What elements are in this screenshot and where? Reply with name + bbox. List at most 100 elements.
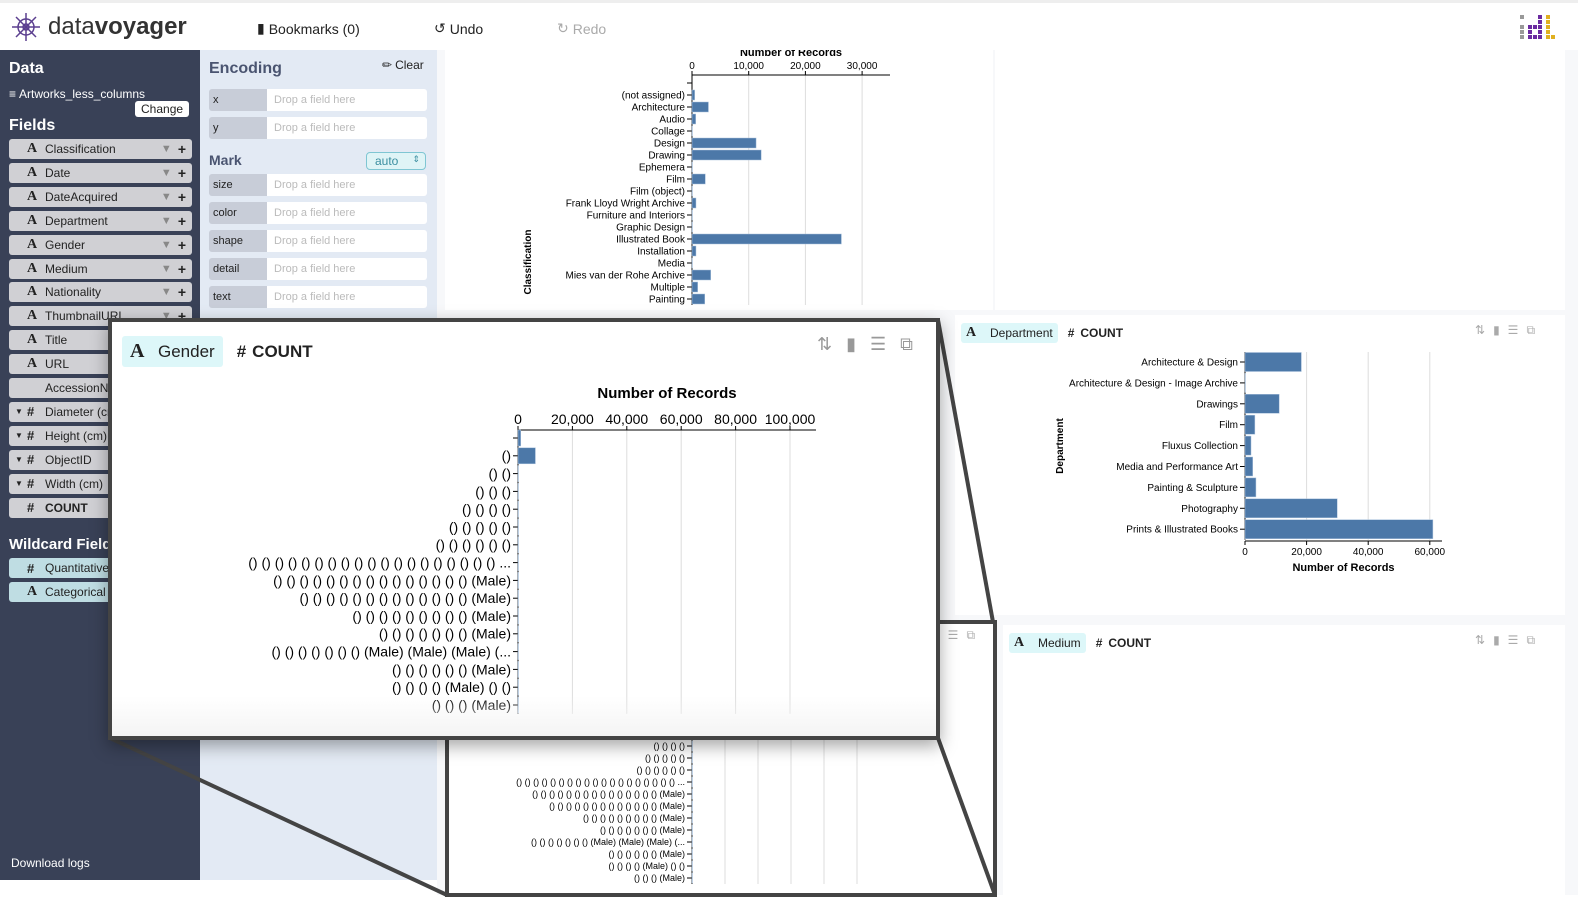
bar (517, 500, 519, 518)
shape-drop-zone[interactable]: Drop a field here (267, 230, 427, 252)
field-nationality[interactable]: A Nationality ▼ + (9, 282, 192, 303)
bar (691, 788, 693, 800)
x-drop-zone[interactable]: Drop a field here (267, 89, 427, 111)
mark-type-select[interactable]: auto ⇕ (366, 152, 426, 170)
filter-icon[interactable]: ▼ (161, 263, 172, 275)
shelf-label: detail (209, 258, 267, 280)
clear-button[interactable]: ✏ Clear (382, 58, 424, 72)
text-drop-zone[interactable]: Drop a field here (267, 286, 427, 308)
bar (517, 678, 519, 696)
add-icon[interactable]: + (178, 213, 186, 229)
add-icon[interactable]: + (178, 189, 186, 205)
category-label: () () () () () () (Male) (392, 661, 511, 677)
add-icon[interactable]: + (178, 141, 186, 157)
category-label: () () () () (462, 501, 511, 517)
bookmarks-button[interactable]: ▮ Bookmarks (0) (257, 20, 360, 37)
bar (691, 812, 693, 824)
detail-drop-zone[interactable]: Drop a field here (267, 258, 427, 280)
x-axis-title: Number of Records (597, 385, 736, 402)
category-label: (not assigned) (622, 91, 685, 102)
list-icon[interactable]: ☰ (948, 628, 959, 643)
category-label: Media and Performance Art (1116, 462, 1238, 473)
bar (691, 209, 693, 221)
add-icon[interactable]: + (178, 284, 186, 300)
field-actions: ▼+ (161, 237, 186, 253)
field-dateacquired[interactable]: A DateAcquired ▼ + (9, 186, 192, 207)
copy-icon[interactable]: ⧉ (966, 628, 975, 643)
field-chip-gender[interactable]: A Gender (122, 336, 223, 367)
field-name: ObjectID (45, 452, 92, 467)
filter-icon[interactable]: ▼ (161, 167, 172, 179)
x-tick-label: 40,000 (1353, 547, 1384, 558)
bar (1244, 394, 1280, 414)
filter-icon[interactable]: ▼ (161, 191, 172, 203)
caret-down-icon[interactable]: ▼ (15, 455, 23, 464)
database-icon: ≡ (9, 87, 17, 101)
filter-icon[interactable]: ▼ (161, 239, 172, 251)
x-tick-label: 80,000 (714, 411, 757, 427)
field-medium[interactable]: A Medium ▼ + (9, 258, 192, 279)
field-classification[interactable]: A Classification ▼ + (9, 139, 192, 159)
bar (691, 740, 693, 752)
bar (517, 643, 519, 660)
field-chip-medium[interactable]: A Medium (1009, 633, 1086, 653)
field-chip-department[interactable]: A Department (961, 323, 1058, 343)
caret-down-icon[interactable]: ▼ (15, 431, 23, 440)
bookmark-icon[interactable]: ▮ (1493, 633, 1500, 648)
copy-icon[interactable]: ⧉ (1526, 323, 1535, 338)
logo-text-bold: voyager (94, 13, 187, 40)
download-logs-link[interactable]: Download logs (11, 856, 90, 870)
count-field: # COUNT (237, 342, 313, 362)
text-type-icon: A (27, 584, 38, 599)
number-type-icon: # (236, 341, 247, 361)
caret-down-icon[interactable]: ▼ (15, 407, 23, 416)
caret-down-icon[interactable]: ▼ (15, 479, 23, 488)
category-label: Graphic Design (616, 223, 685, 234)
field-gender[interactable]: A Gender ▼ + (9, 234, 192, 255)
redo-label: Redo (572, 20, 607, 37)
count-label: COUNT (252, 341, 313, 361)
sort-icon[interactable]: ⇅ (1475, 323, 1485, 338)
redo-button[interactable]: ↻ Redo (557, 20, 606, 37)
department-chart-card: A Department # COUNT ⇅ ▮ ☰ ⧉ 0 20,000 40,000 60,… (955, 315, 1565, 615)
list-icon[interactable]: ☰ (1508, 323, 1519, 338)
field-actions: ▼+ (161, 189, 186, 205)
text-type-icon: A (130, 340, 145, 362)
sort-icon[interactable]: ⇅ (817, 334, 832, 355)
category-label: Illustrated Book (616, 235, 686, 246)
color-drop-zone[interactable]: Drop a field here (267, 202, 427, 224)
gender-chart-magnified: 0 20,000 40,000 60,000 80,000 100,000 Number o… (248, 385, 816, 714)
category-label: Drawings (1196, 399, 1238, 410)
bar (517, 554, 519, 571)
bookmark-icon[interactable]: ▮ (846, 334, 856, 355)
filter-icon[interactable]: ▼ (161, 215, 172, 227)
list-icon[interactable]: ☰ (1508, 633, 1519, 648)
sort-icon[interactable]: ⇅ (1475, 633, 1485, 648)
undo-button[interactable]: ↺ Undo (434, 20, 483, 37)
field-department[interactable]: A Department ▼ + (9, 210, 192, 231)
category-label: Collage (651, 127, 685, 138)
field-date[interactable]: A Date ▼ + (9, 162, 192, 183)
bar (517, 429, 521, 447)
list-icon[interactable]: ☰ (870, 334, 886, 355)
copy-icon[interactable]: ⧉ (1526, 633, 1535, 648)
bar (691, 776, 693, 788)
text-type-icon: A (27, 236, 38, 252)
bar (1244, 456, 1253, 477)
size-drop-zone[interactable]: Drop a field here (267, 174, 427, 196)
add-icon[interactable]: + (178, 237, 186, 253)
category-label: () () () () () () () () () (Male) (352, 608, 511, 624)
y-drop-zone[interactable]: Drop a field here (267, 117, 427, 139)
category-label: () () () () () () () () () () () () () (… (300, 590, 511, 606)
text-type-icon: A (27, 284, 38, 300)
number-type-icon: # (27, 560, 35, 576)
x-tick-label: 0 (514, 411, 522, 427)
copy-icon[interactable]: ⧉ (900, 334, 913, 355)
add-icon[interactable]: + (178, 165, 186, 181)
bookmark-icon[interactable]: ▮ (1493, 323, 1500, 338)
add-icon[interactable]: + (178, 261, 186, 277)
filter-icon[interactable]: ▼ (161, 143, 172, 155)
change-dataset-button[interactable]: Change (135, 101, 190, 117)
filter-icon[interactable]: ▼ (161, 286, 172, 298)
bar (1244, 373, 1246, 393)
